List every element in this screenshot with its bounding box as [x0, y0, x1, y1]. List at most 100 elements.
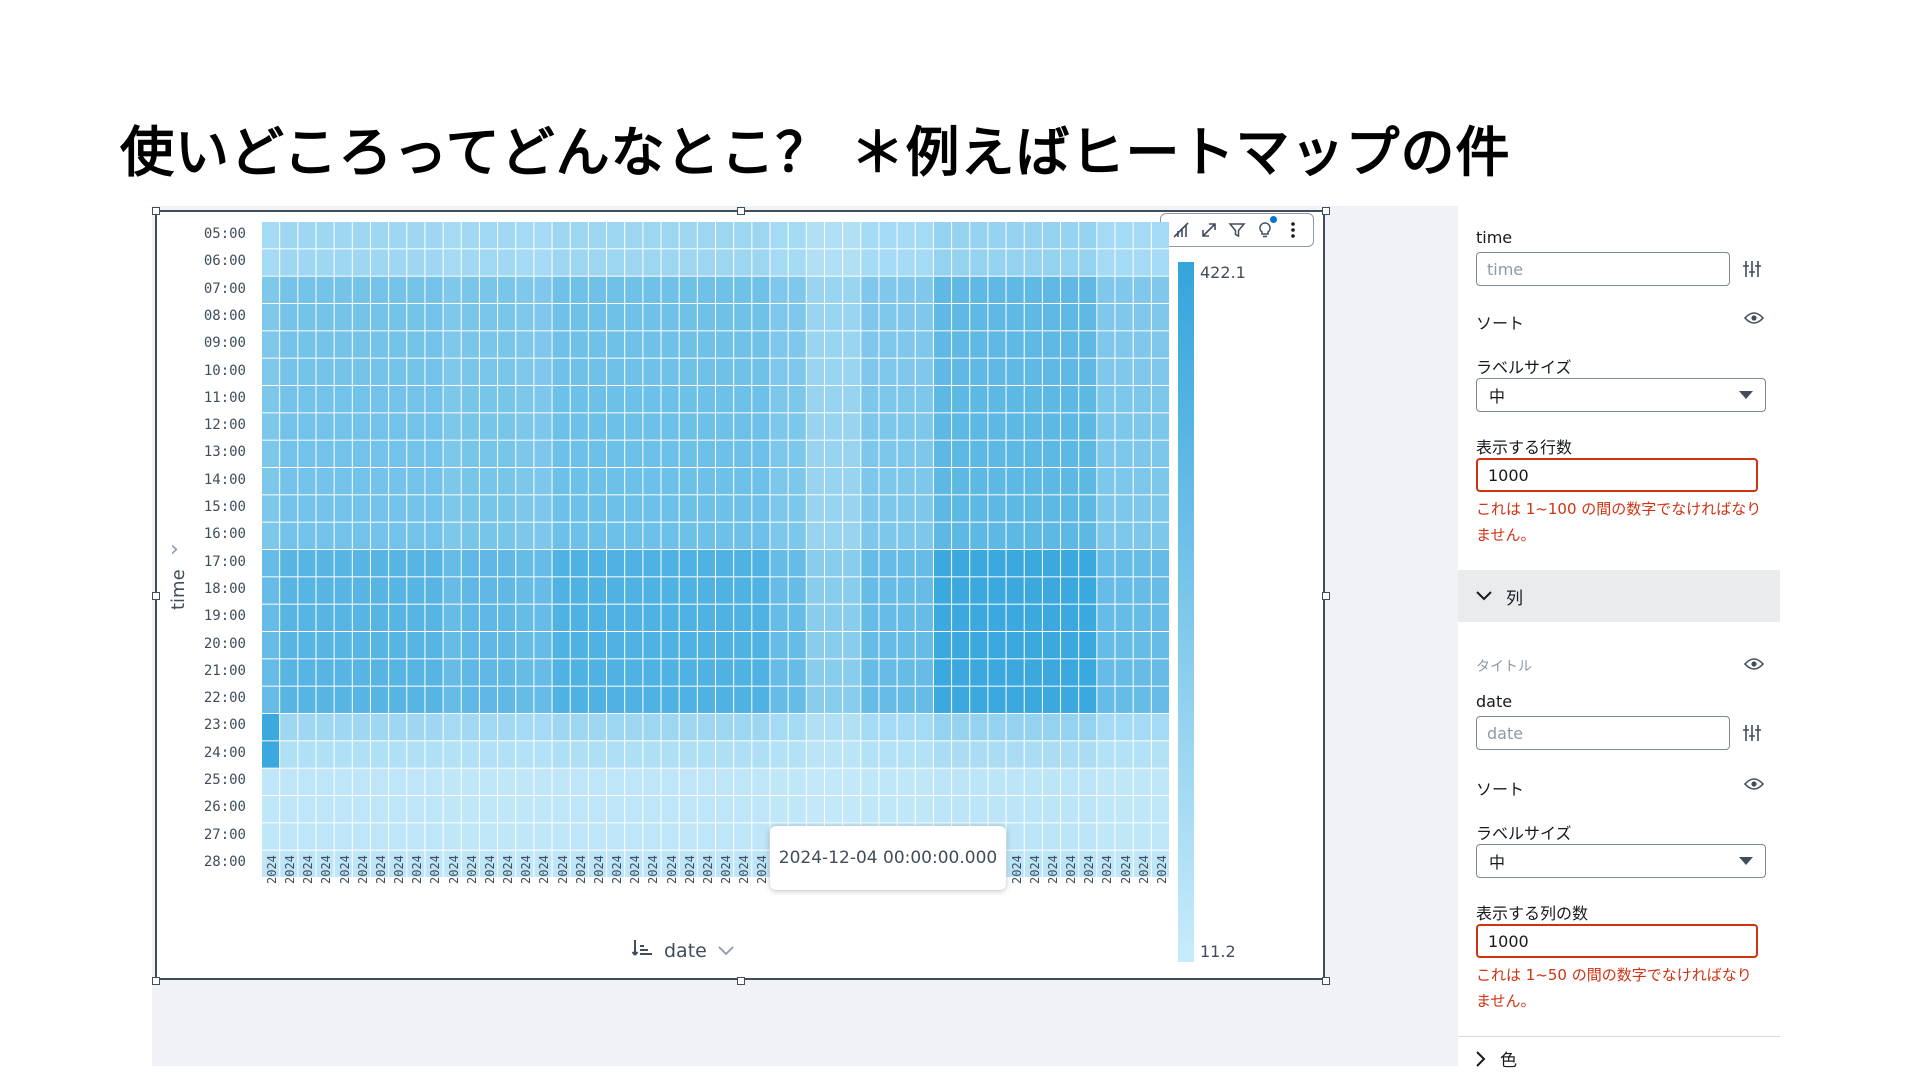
heatmap-cell[interactable] [1024, 413, 1042, 440]
heatmap-cell[interactable] [1024, 440, 1042, 467]
heatmap-cell[interactable] [697, 331, 715, 358]
heatmap-cell[interactable] [661, 386, 679, 413]
heatmap-cell[interactable] [316, 522, 334, 549]
heatmap-cell[interactable] [1133, 249, 1151, 276]
heatmap-cell[interactable] [352, 222, 370, 249]
heatmap-cell[interactable] [824, 386, 843, 413]
heatmap-cell[interactable] [316, 768, 334, 795]
heatmap-cell[interactable] [661, 522, 679, 549]
heatmap-cell[interactable] [843, 358, 861, 385]
heatmap-cell[interactable] [1151, 468, 1169, 495]
heatmap-cell[interactable] [1079, 495, 1097, 522]
heatmap-cell[interactable] [643, 577, 661, 604]
heatmap-cell[interactable] [643, 386, 661, 413]
heatmap-cell[interactable] [1024, 686, 1042, 713]
heatmap-cell[interactable] [1006, 495, 1024, 522]
heatmap-cell[interactable] [407, 276, 425, 303]
heatmap-cell[interactable] [479, 222, 498, 249]
heatmap-cell[interactable] [516, 386, 534, 413]
heatmap-cell[interactable] [534, 276, 552, 303]
heatmap-cell[interactable] [1006, 358, 1024, 385]
heatmap-cell[interactable] [625, 413, 643, 440]
heatmap-cell[interactable] [1079, 768, 1097, 795]
heatmap-cell[interactable] [280, 276, 298, 303]
heatmap-cell[interactable] [988, 386, 1006, 413]
heatmap-cell[interactable] [643, 686, 661, 713]
heatmap-cell[interactable] [370, 522, 389, 549]
heatmap-cell[interactable] [879, 468, 897, 495]
heatmap-cell[interactable] [1042, 495, 1061, 522]
heatmap-cell[interactable] [498, 468, 516, 495]
heatmap-cell[interactable] [806, 222, 824, 249]
heatmap-cell[interactable] [1042, 331, 1061, 358]
heatmap-cell[interactable] [988, 796, 1006, 823]
heatmap-cell[interactable] [661, 222, 679, 249]
heatmap-cell[interactable] [352, 632, 370, 659]
heatmap-cell[interactable] [952, 686, 970, 713]
heatmap-cell[interactable] [716, 304, 734, 331]
heatmap-cell[interactable] [643, 358, 661, 385]
heatmap-cell[interactable] [425, 249, 443, 276]
heatmap-cell[interactable] [552, 276, 570, 303]
heatmap-cell[interactable] [1024, 714, 1042, 741]
heatmap-grid[interactable] [262, 222, 1170, 878]
heatmap-cell[interactable] [1151, 686, 1169, 713]
heatmap-cell[interactable] [607, 468, 625, 495]
heatmap-cell[interactable] [1024, 522, 1042, 549]
heatmap-cell[interactable] [1151, 495, 1169, 522]
heatmap-cell[interactable] [588, 823, 607, 850]
heatmap-cell[interactable] [752, 304, 770, 331]
heatmap-cell[interactable] [461, 686, 479, 713]
rows-field-input[interactable] [1476, 252, 1730, 286]
heatmap-cell[interactable] [952, 495, 970, 522]
heatmap-cell[interactable] [570, 632, 588, 659]
heatmap-cell[interactable] [661, 796, 679, 823]
heatmap-cell[interactable] [933, 550, 952, 577]
resize-handle-tm[interactable] [737, 207, 745, 215]
heatmap-cell[interactable] [697, 796, 715, 823]
heatmap-cell[interactable] [334, 413, 352, 440]
heatmap-cell[interactable] [1079, 222, 1097, 249]
columns-label-size-select[interactable]: 中 [1476, 844, 1766, 878]
heatmap-cell[interactable] [988, 550, 1006, 577]
heatmap-cell[interactable] [697, 440, 715, 467]
heatmap-cell[interactable] [425, 495, 443, 522]
heatmap-cell[interactable] [552, 358, 570, 385]
heatmap-cell[interactable] [952, 358, 970, 385]
heatmap-cell[interactable] [933, 577, 952, 604]
heatmap-cell[interactable] [933, 386, 952, 413]
heatmap-cell[interactable] [806, 386, 824, 413]
heatmap-cell[interactable] [262, 714, 280, 741]
heatmap-cell[interactable] [625, 249, 643, 276]
heatmap-cell[interactable] [824, 714, 843, 741]
heatmap-cell[interactable] [933, 714, 952, 741]
heatmap-cell[interactable] [479, 331, 498, 358]
heatmap-cell[interactable] [752, 386, 770, 413]
heatmap-cell[interactable] [1115, 358, 1133, 385]
heatmap-cell[interactable] [716, 522, 734, 549]
heatmap-cell[interactable] [861, 440, 879, 467]
heatmap-cell[interactable] [1024, 659, 1042, 686]
heatmap-cell[interactable] [988, 495, 1006, 522]
heatmap-cell[interactable] [262, 796, 280, 823]
heatmap-cell[interactable] [933, 632, 952, 659]
heatmap-cell[interactable] [679, 276, 697, 303]
heatmap-cell[interactable] [352, 796, 370, 823]
heatmap-cell[interactable] [1097, 495, 1115, 522]
heatmap-cell[interactable] [498, 768, 516, 795]
heatmap-cell[interactable] [879, 577, 897, 604]
heatmap-cell[interactable] [915, 331, 933, 358]
heatmap-cell[interactable] [1151, 714, 1169, 741]
heatmap-cell[interactable] [570, 823, 588, 850]
heatmap-cell[interactable] [770, 222, 788, 249]
heatmap-cell[interactable] [770, 686, 788, 713]
heatmap-cell[interactable] [806, 632, 824, 659]
heatmap-cell[interactable] [643, 413, 661, 440]
heatmap-cell[interactable] [570, 686, 588, 713]
heatmap-cell[interactable] [843, 276, 861, 303]
heatmap-cell[interactable] [498, 440, 516, 467]
heatmap-cell[interactable] [879, 440, 897, 467]
heatmap-cell[interactable] [970, 796, 988, 823]
heatmap-cell[interactable] [1079, 413, 1097, 440]
heatmap-cell[interactable] [697, 632, 715, 659]
